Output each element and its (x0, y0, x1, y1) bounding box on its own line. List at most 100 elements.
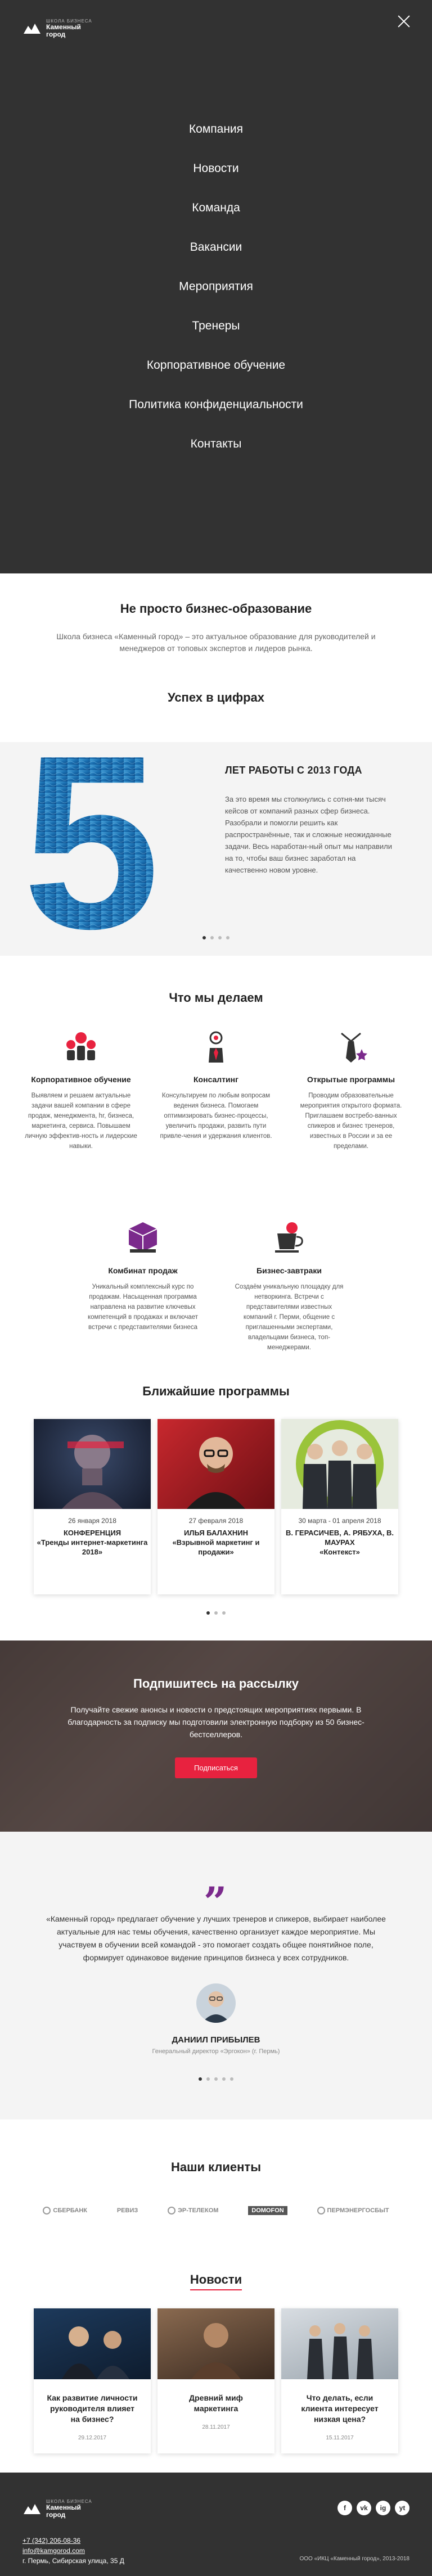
intro-text: Школа бизнеса «Каменный город» – это акт… (56, 632, 376, 653)
service-desc: Выявляем и решаем актуальные задачи ваше… (25, 1092, 137, 1150)
avatar (196, 1983, 236, 2023)
menu-item-corporate[interactable]: Корпоративное обучение (147, 359, 285, 372)
success-slider-dots (202, 936, 230, 939)
service-card[interactable]: Комбинат продаж Уникальный комплексный к… (87, 1219, 199, 1332)
news-card[interactable]: Что делать, если клиента интересует низк… (281, 2308, 398, 2453)
instagram-icon[interactable]: ig (376, 2501, 390, 2515)
footer-phone[interactable]: +7 (342) 206-08-36 (22, 2537, 80, 2545)
people-icon (66, 1032, 96, 1060)
service-desc: Создаём уникальную площадку для нетворки… (235, 1284, 344, 1351)
slider-dot[interactable] (206, 2077, 210, 2081)
slider-dot[interactable] (226, 936, 230, 939)
logo[interactable]: ШКОЛА БИЗНЕСА Каменный город (22, 19, 92, 38)
subscribe-button[interactable]: Подписаться (175, 1757, 257, 1778)
cube-icon (128, 1222, 158, 1253)
service-card[interactable]: Консалтинг Консультируем по любым вопрос… (160, 1028, 272, 1141)
programs-section: Ближайшие программы 26 января 2018 КОНФЕ… (0, 1381, 432, 1640)
menu-item-events[interactable]: Мероприятия (179, 280, 253, 293)
testimonial-section: „ «Каменный город» предлагает обучение у… (0, 1832, 432, 2119)
tie-star-icon (341, 1032, 367, 1063)
menu-item-vacancies[interactable]: Вакансии (190, 241, 242, 254)
logo-mark-icon (22, 22, 42, 35)
service-card[interactable]: Открытые программы Проводим образователь… (295, 1028, 407, 1151)
program-card[interactable]: 30 марта - 01 апреля 2018 В. ГЕРАСИЧЕВ, … (281, 1419, 398, 1594)
permenergosbyt-icon (317, 2207, 325, 2215)
success-subtitle: ЛЕТ РАБОТЫ С 2013 ГОДА (225, 765, 362, 776)
service-desc: Проводим образовательные мероприятия отк… (300, 1092, 402, 1150)
client-logo-ertelecom: ЭР-ТЕЛЕКОМ (168, 2207, 218, 2215)
menu-item-news[interactable]: Новости (193, 162, 238, 175)
news-card[interactable]: Древний миф маркетинга 28.11.2017 (158, 2308, 274, 2453)
slider-dot[interactable] (230, 2077, 233, 2081)
news-image (34, 2308, 151, 2379)
program-date: 27 февраля 2018 (188, 1517, 244, 1525)
footer-contacts: +7 (342) 206-08-36 info@kamgorod.com г. … (22, 2536, 124, 2566)
news-card-date: 29.12.2017 (78, 2435, 107, 2441)
testimonial-name: ДАНИИЛ ПРИБЫЛЕВ (172, 2035, 260, 2045)
program-title: ИЛЬЯ БАЛАХНИН (184, 1529, 248, 1537)
slider-dot[interactable] (222, 1611, 226, 1615)
testimonial-text: «Каменный город» предлагает обучение у л… (46, 1914, 386, 1962)
services-title: Что мы делаем (169, 991, 263, 1005)
success-number: 5 (22, 736, 160, 939)
services-section: Что мы делаем Корпоративное обучение Выя… (0, 956, 432, 1381)
youtube-icon[interactable]: yt (395, 2501, 410, 2515)
program-subtitle: «Контекст» (320, 1548, 360, 1556)
news-image (281, 2308, 398, 2379)
success-title: Успех в цифрах (168, 690, 264, 704)
footer-logo[interactable]: ШКОЛА БИЗНЕСА Каменный город (22, 2499, 92, 2519)
slider-dot[interactable] (206, 1611, 210, 1615)
service-card[interactable]: Бизнес-завтраки Создаём уникальную площа… (233, 1219, 345, 1353)
news-card-title: Древний миф маркетинга (189, 2393, 243, 2413)
slider-dot[interactable] (214, 1611, 218, 1615)
success-section: Успех в цифрах 5 ЛЕТ РАБОТЫ С 2013 ГОДА … (0, 690, 432, 956)
program-date: 26 января 2018 (68, 1517, 116, 1525)
sberbank-icon (43, 2207, 51, 2215)
service-title: Открытые программы (307, 1075, 395, 1084)
menu-item-trainers[interactable]: Тренеры (192, 319, 240, 332)
clients-title: Наши клиенты (171, 2160, 261, 2174)
slider-dot[interactable] (222, 2077, 226, 2081)
clients-section: Наши клиенты СБЕРБАНК РЕВИЗ ЭР-ТЕЛЕКОМ D… (0, 2119, 432, 2250)
news-card-title: Как развитие личности руководителя влияе… (47, 2393, 138, 2424)
testimonial-slider-dots (0, 2077, 432, 2081)
news-card[interactable]: Как развитие личности руководителя влияе… (34, 2308, 151, 2453)
program-title: КОНФЕРЕНЦИЯ (63, 1529, 122, 1537)
program-subtitle: «Тренды интернет-маркетинга 2018» (37, 1538, 148, 1556)
footer-address: г. Пермь, Сибирская улица, 35 Д (22, 2557, 124, 2565)
slider-dot[interactable] (199, 2077, 202, 2081)
client-logo-sberbank: СБЕРБАНК (43, 2207, 87, 2215)
footer-copyright: ООО «ИКЦ «Каменный город», 2013-2018 (299, 2556, 410, 2562)
menu-item-privacy[interactable]: Политика конфиденциальности (129, 398, 303, 411)
program-title: В. ГЕРАСИЧЕВ, А. РЯБУХА, В. МАУРАХ (285, 1529, 394, 1547)
service-title: Консалтинг (194, 1075, 238, 1084)
ertelecom-icon (168, 2207, 176, 2215)
service-desc: Консультируем по любым вопросам ведения … (160, 1092, 272, 1140)
service-card[interactable]: Корпоративное обучение Выявляем и решаем… (25, 1028, 137, 1151)
program-image (281, 1419, 398, 1509)
menu-item-contacts[interactable]: Контакты (191, 437, 242, 450)
program-image (34, 1419, 151, 1509)
slider-dot[interactable] (210, 936, 214, 939)
menu-header: ШКОЛА БИЗНЕСА Каменный город (0, 0, 432, 56)
program-image (158, 1419, 274, 1509)
client-logo-domofon: DOMOFON (248, 2206, 287, 2215)
close-icon[interactable] (396, 13, 412, 29)
big-five-graphic: 5 (22, 736, 160, 939)
client-logos: СБЕРБАНК РЕВИЗ ЭР-ТЕЛЕКОМ DOMOFON ПЕРМЭН… (28, 2206, 404, 2215)
vk-icon[interactable]: vk (357, 2501, 371, 2515)
slider-dot[interactable] (202, 936, 206, 939)
facebook-icon[interactable]: f (338, 2501, 352, 2515)
program-card[interactable]: 27 февраля 2018 ИЛЬЯ БАЛАХНИН «Взрывной … (158, 1419, 274, 1594)
footer-email[interactable]: info@kamgorod.com (22, 2547, 85, 2555)
slider-dot[interactable] (214, 2077, 218, 2081)
news-title[interactable]: Новости (190, 2272, 242, 2290)
logo-mark-icon (22, 2503, 42, 2515)
menu-item-team[interactable]: Команда (192, 201, 240, 214)
subscribe-text: Получайте свежие анонсы и новости о пред… (68, 1705, 364, 1739)
news-card-date: 28.11.2017 (202, 2424, 230, 2430)
menu-item-company[interactable]: Компания (189, 123, 243, 135)
program-card[interactable]: 26 января 2018 КОНФЕРЕНЦИЯ «Тренды интер… (34, 1419, 151, 1594)
slider-dot[interactable] (218, 936, 222, 939)
logo-title-line2: город (46, 30, 66, 38)
